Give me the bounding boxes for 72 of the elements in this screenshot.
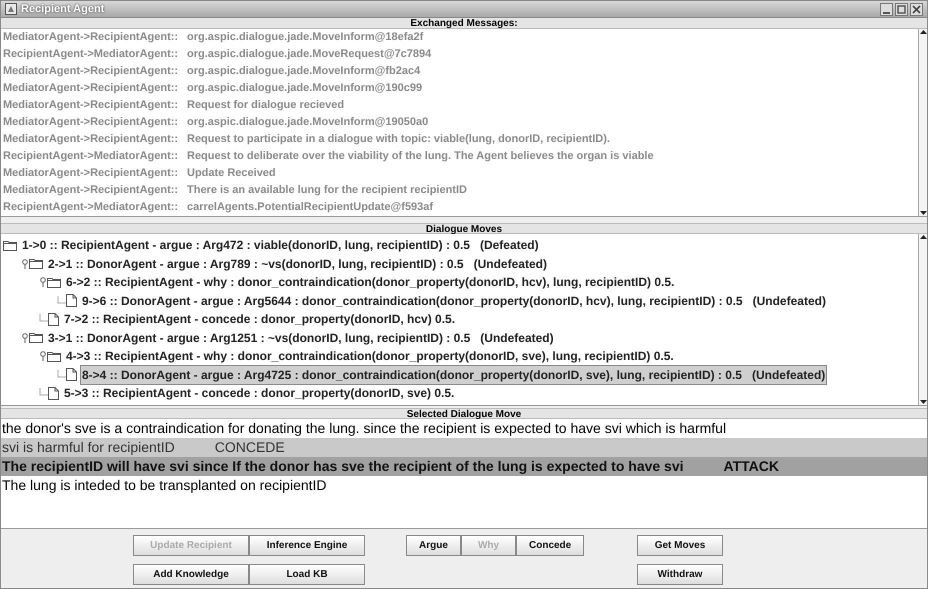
move-tag: ATTACK bbox=[724, 456, 779, 477]
message-text: org.aspic.dialogue.jade.MoveInform@190c99 bbox=[187, 81, 422, 96]
scrollbar[interactable] bbox=[918, 29, 927, 216]
action-button[interactable]: Inference Engine bbox=[249, 535, 365, 556]
window-title: Recipient Agent bbox=[21, 2, 104, 17]
close-icon[interactable] bbox=[910, 2, 923, 16]
minimize-icon[interactable] bbox=[880, 2, 893, 16]
folder-icon bbox=[29, 332, 43, 344]
file-icon bbox=[66, 368, 77, 382]
file-icon bbox=[48, 386, 59, 400]
message-text: carrelAgents.PotentialRecipientUpdate@f593af bbox=[187, 200, 434, 216]
scroll-down-icon[interactable] bbox=[920, 210, 926, 216]
section-header: Selected Dialogue Move bbox=[1, 408, 927, 419]
message-text: org.aspic.dialogue.jade.MoveRequest@7c7894 bbox=[187, 47, 432, 62]
action-button[interactable]: Load KB bbox=[249, 564, 365, 585]
message-text: Request to participate in a dialogue with topic: viable(lung, donorID, recipientID). bbox=[187, 132, 610, 148]
expand-handle-icon[interactable] bbox=[21, 332, 29, 343]
folder-icon bbox=[47, 276, 61, 288]
folder-icon bbox=[47, 350, 61, 362]
message-sender: RecipientAgent->MediatorAgent:: bbox=[3, 149, 180, 164]
tree-line bbox=[57, 296, 66, 306]
move-tag: CONCEDE bbox=[214, 437, 285, 458]
section-header: Exchanged Messages: bbox=[1, 18, 927, 29]
tree-item[interactable]: 1->0 :: RecipientAgent - argue : Arg472 : viable(donorID, lung, recipientID) : 0.5 (Defeated) bbox=[20, 235, 541, 256]
message-text: org.aspic.dialogue.jade.MoveInform@18efa2f bbox=[187, 30, 424, 46]
scroll-down-icon[interactable] bbox=[920, 399, 926, 405]
expand-handle-icon[interactable] bbox=[21, 258, 29, 269]
message-text: org.aspic.dialogue.jade.MoveInform@fb2ac4 bbox=[187, 64, 420, 80]
message-sender: RecipientAgent->MediatorAgent:: bbox=[3, 47, 180, 62]
message-sender: MediatorAgent->RecipientAgent:: bbox=[3, 30, 180, 46]
section-header: Dialogue Moves bbox=[1, 223, 927, 234]
file-icon bbox=[48, 312, 59, 326]
message-sender: MediatorAgent->RecipientAgent:: bbox=[3, 81, 180, 96]
tree-item[interactable]: 6->2 :: RecipientAgent - why : donor_contraindication(donor_property(donorID, hcv), lung, recipientID) 0.5. bbox=[64, 272, 676, 292]
action-button[interactable]: Argue bbox=[406, 535, 461, 556]
message-sender: MediatorAgent->RecipientAgent:: bbox=[3, 64, 180, 80]
move-text: The lung is inteded to be transplanted on recipientID bbox=[2, 476, 327, 495]
tree-line bbox=[57, 370, 66, 380]
move-text: svi is harmful for recipientID bbox=[2, 438, 175, 457]
tree-item[interactable]: 4->3 :: RecipientAgent - why : donor_contraindication(donor_property(donorID, sve), lung, recipientID) 0.5. bbox=[64, 346, 676, 366]
tree-item[interactable]: 3->1 :: DonorAgent - argue : Arg1251 : ~vs(donorID, lung, recipientID) : 0.5 (Undefeated) bbox=[46, 328, 556, 348]
tree-item[interactable]: 8->4 :: DonorAgent - argue : Arg4725 : donor_contraindication(donor_property(donorID, sve), lung, recipientID) : 0.5 (Undefeated) bbox=[80, 364, 828, 385]
message-sender: MediatorAgent->RecipientAgent:: bbox=[3, 115, 180, 130]
action-button[interactable]: Get Moves bbox=[637, 535, 723, 556]
message-sender: MediatorAgent->RecipientAgent:: bbox=[3, 183, 180, 198]
scrollbar[interactable] bbox=[918, 234, 927, 405]
tree-item[interactable]: 9->6 :: DonorAgent - argue : Arg5644 : donor_contraindication(donor_property(donorID, hcv), lung, recipientID) : 0.5 (Undefeated) bbox=[80, 290, 828, 311]
message-text: Update Received bbox=[187, 166, 276, 182]
tree-line bbox=[39, 314, 48, 324]
message-text: org.aspic.dialogue.jade.MoveInform@19050a0 bbox=[187, 115, 428, 130]
message-text: Request for dialogue recieved bbox=[187, 98, 344, 114]
move-text: The recipientID will have svi since If the donor has sve the recipient of the lung is expected to have svi bbox=[2, 457, 684, 476]
expand-handle-icon[interactable] bbox=[39, 351, 47, 362]
folder-icon bbox=[29, 258, 43, 270]
action-button[interactable]: Concede bbox=[516, 535, 584, 556]
tree-item[interactable]: 5->3 :: RecipientAgent - concede : donor_property(donorID, sve) 0.5. bbox=[62, 383, 456, 404]
message-sender: MediatorAgent->RecipientAgent:: bbox=[3, 132, 180, 148]
action-button[interactable]: Withdraw bbox=[637, 564, 723, 585]
maximize-icon[interactable] bbox=[895, 2, 908, 16]
tree-line bbox=[39, 388, 48, 398]
file-icon bbox=[66, 294, 77, 308]
action-button[interactable]: Add Knowledge bbox=[133, 564, 249, 585]
tree-item[interactable]: 7->2 :: RecipientAgent - concede : donor_property(donorID, hcv) 0.5. bbox=[62, 309, 458, 330]
message-text: There is an available lung for the recipient recipientID bbox=[187, 183, 467, 198]
message-sender: MediatorAgent->RecipientAgent:: bbox=[3, 98, 180, 114]
tree-item[interactable]: 2->1 :: DonorAgent - argue : Arg789 : ~vs(donorID, lung, recipientID) : 0.5 (Undefeated) bbox=[46, 254, 549, 274]
expand-handle-icon[interactable] bbox=[39, 277, 47, 288]
app-icon bbox=[5, 3, 17, 15]
message-text: Request to deliberate over the viability of the lung. The Agent believes the organ is viable bbox=[187, 149, 654, 164]
message-sender: MediatorAgent->RecipientAgent:: bbox=[3, 166, 180, 182]
move-text: the donor's sve is a contraindication for donating the lung. since the recipient is expected to have svi which is harmful bbox=[2, 419, 726, 438]
message-sender: RecipientAgent->MediatorAgent:: bbox=[3, 200, 180, 216]
